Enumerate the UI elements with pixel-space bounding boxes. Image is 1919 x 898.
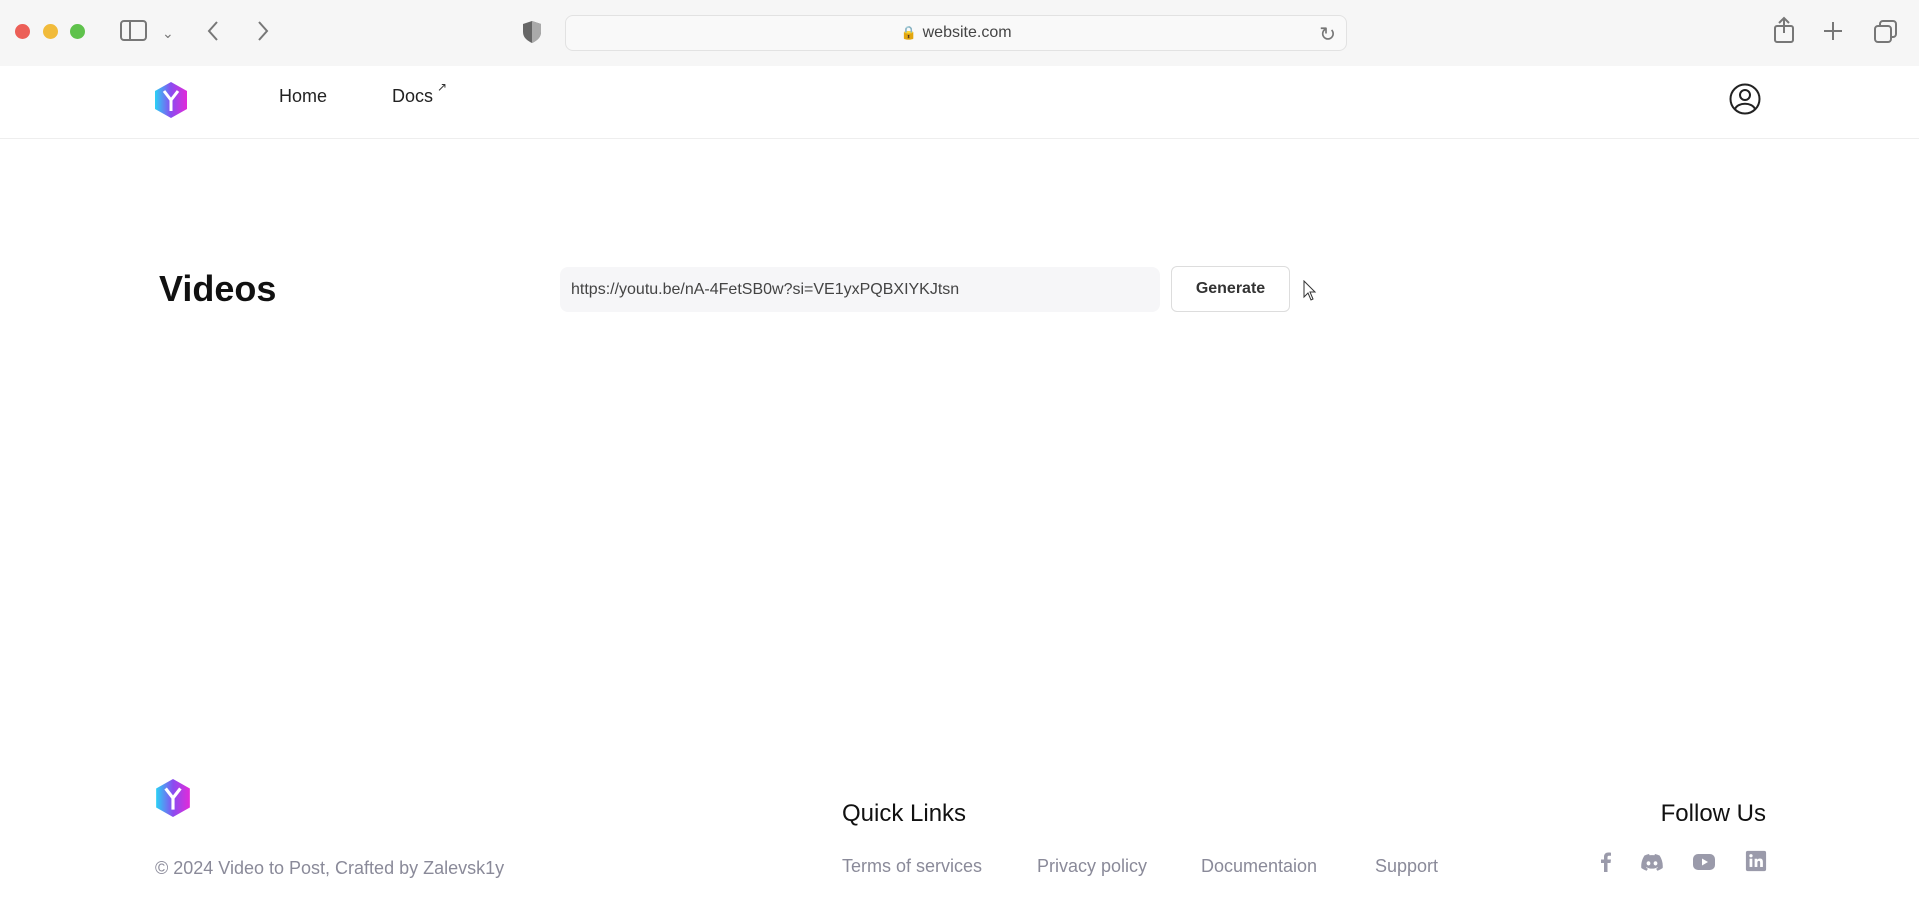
copyright-text: © 2024 Video to Post, Crafted by Zalevsk… (155, 858, 505, 878)
user-account-icon[interactable] (1729, 83, 1761, 115)
nav-docs-link[interactable]: Docs (392, 86, 433, 107)
mouse-cursor-icon (1303, 280, 1317, 301)
site-logo[interactable] (154, 81, 188, 119)
sidebar-toggle-icon[interactable] (120, 20, 148, 42)
minimize-window-button[interactable] (43, 24, 58, 39)
share-icon[interactable] (1773, 16, 1795, 44)
privacy-shield-icon[interactable] (522, 20, 542, 44)
close-window-button[interactable] (15, 24, 30, 39)
reload-icon[interactable]: ↻ (1319, 22, 1336, 47)
linkedin-icon[interactable] (1745, 850, 1767, 872)
footer-link-privacy[interactable]: Privacy policy (1037, 856, 1147, 877)
generate-button[interactable]: Generate (1171, 266, 1290, 312)
tabs-overview-icon[interactable] (1873, 19, 1899, 45)
forward-icon[interactable] (256, 20, 270, 42)
chevron-down-icon[interactable]: ⌄ (162, 22, 174, 44)
footer-link-documentation[interactable]: Documentaion (1201, 856, 1317, 877)
browser-toolbar: ⌄ 🔒 website.com ↻ (0, 0, 1919, 66)
lock-icon: 🔒 (900, 25, 917, 40)
footer-link-terms[interactable]: Terms of services (842, 856, 982, 877)
external-link-icon: ↗ (437, 80, 448, 94)
footer-link-support[interactable]: Support (1375, 856, 1438, 877)
page-title: Videos (159, 268, 277, 309)
address-url: website.com (922, 24, 1012, 41)
footer-logo[interactable] (155, 778, 191, 818)
follow-us-heading: Follow Us (1660, 800, 1766, 827)
nav-home-link[interactable]: Home (279, 86, 327, 107)
facebook-icon[interactable] (1594, 850, 1618, 874)
youtube-icon[interactable] (1691, 850, 1717, 874)
discord-icon[interactable] (1639, 850, 1665, 874)
back-icon[interactable] (206, 20, 220, 42)
maximize-window-button[interactable] (70, 24, 85, 39)
new-tab-icon[interactable] (1822, 20, 1844, 42)
video-url-input[interactable] (560, 267, 1160, 312)
quick-links-heading: Quick Links (842, 800, 967, 827)
address-bar[interactable]: 🔒 website.com ↻ (565, 15, 1347, 51)
